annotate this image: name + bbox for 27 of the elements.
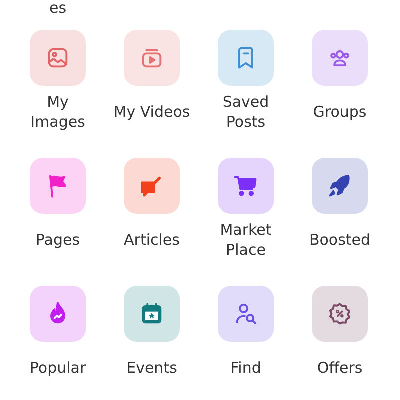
menu-label: Events [126,358,178,378]
menu-tile[interactable] [312,30,368,86]
menu-label: Boosted [308,230,372,250]
menu-tile[interactable] [218,30,274,86]
menu-label: My Images [30,92,86,132]
menu-tile[interactable] [30,30,86,86]
menu-label: My Videos [112,102,192,122]
menu-tile[interactable] [124,30,180,86]
menu-label: Popular [28,358,88,378]
menu-tile[interactable] [312,286,368,342]
menu-tile[interactable] [312,158,368,214]
menu-label: Offers [316,358,364,378]
menu-tile[interactable] [30,286,86,342]
menu-label: Find [230,358,262,378]
menu-tile[interactable] [30,158,86,214]
menu-label: es [49,0,67,17]
menu-label: Saved Posts [222,92,270,132]
menu-tile[interactable] [124,158,180,214]
menu-tile[interactable] [218,158,274,214]
menu-label: Groups [312,102,368,122]
menu-tile[interactable] [124,286,180,342]
menu-label: Articles [123,230,181,250]
menu-label: Market Place [219,220,273,260]
discount-badge-icon [327,301,353,327]
menu-label: Pages [34,230,82,250]
menu-tile[interactable] [218,286,274,342]
rocket-icon [327,173,353,199]
